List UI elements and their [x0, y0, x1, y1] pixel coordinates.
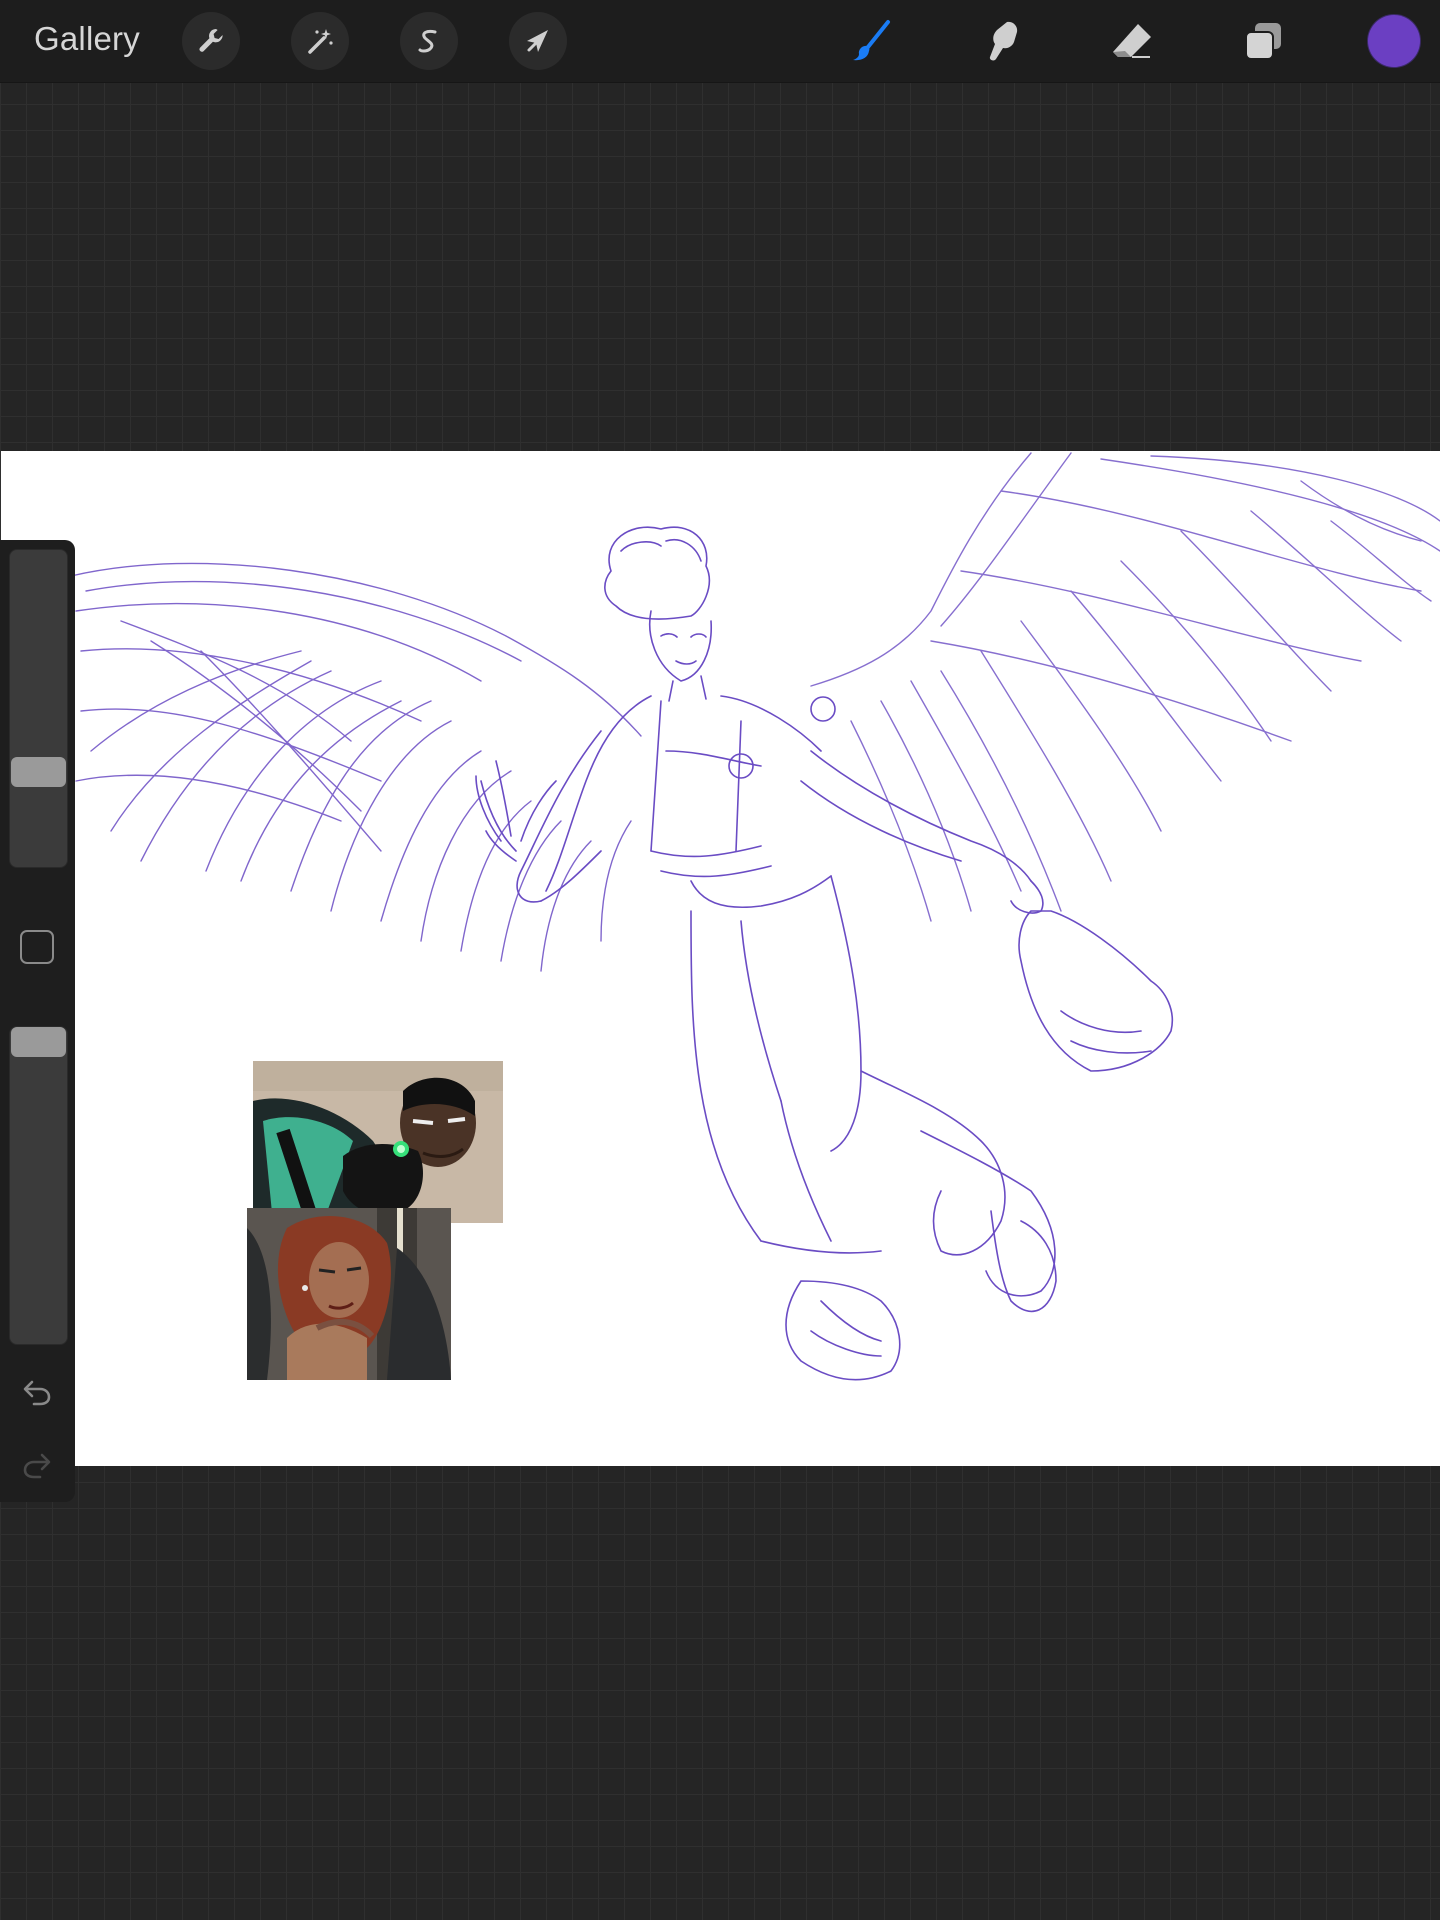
brush-tool-button[interactable] [841, 10, 903, 72]
smudge-tool-button[interactable] [970, 10, 1032, 72]
transform-button[interactable] [509, 12, 567, 70]
layers-icon [1245, 23, 1281, 60]
wrench-icon [199, 29, 223, 52]
left-sidebar [0, 540, 75, 1502]
reference-image-green-lantern-art [253, 1061, 503, 1223]
drawing-canvas[interactable] [1, 451, 1440, 1466]
actions-button[interactable] [182, 12, 240, 70]
undo-arrow-icon [23, 1380, 51, 1406]
arrow-cursor-icon [527, 30, 548, 52]
smudge-finger-icon [989, 21, 1018, 61]
redo-arrow-icon [23, 1453, 51, 1479]
opacity-slider[interactable] [9, 1026, 68, 1345]
redo-button[interactable] [18, 1445, 56, 1483]
layers-button[interactable] [1232, 10, 1294, 72]
gallery-button[interactable]: Gallery [34, 20, 140, 58]
magic-wand-icon [308, 29, 333, 54]
adjustments-button[interactable] [291, 12, 349, 70]
figure-strokes [475, 526, 1173, 1381]
reference-image-green-lantern[interactable] [253, 1061, 503, 1223]
brush-size-slider[interactable] [9, 549, 68, 868]
winged-figure-sketch [70, 452, 1440, 1381]
eraser-icon [1113, 24, 1151, 58]
selection-button[interactable] [400, 12, 458, 70]
right-wing-strokes [810, 452, 1440, 922]
top-toolbar: Gallery [0, 0, 1440, 83]
color-picker-button[interactable] [1368, 15, 1420, 67]
brush-icon [853, 20, 890, 61]
undo-button[interactable] [18, 1372, 56, 1410]
reference-image-hawkgirl-art [247, 1208, 451, 1380]
brush-size-thumb[interactable] [11, 757, 66, 787]
reference-image-hawkgirl[interactable] [247, 1208, 451, 1380]
modify-button[interactable] [20, 930, 54, 964]
eraser-tool-button[interactable] [1101, 10, 1163, 72]
left-wing-strokes [70, 562, 642, 972]
selection-s-icon [418, 29, 437, 53]
opacity-thumb[interactable] [11, 1027, 66, 1057]
